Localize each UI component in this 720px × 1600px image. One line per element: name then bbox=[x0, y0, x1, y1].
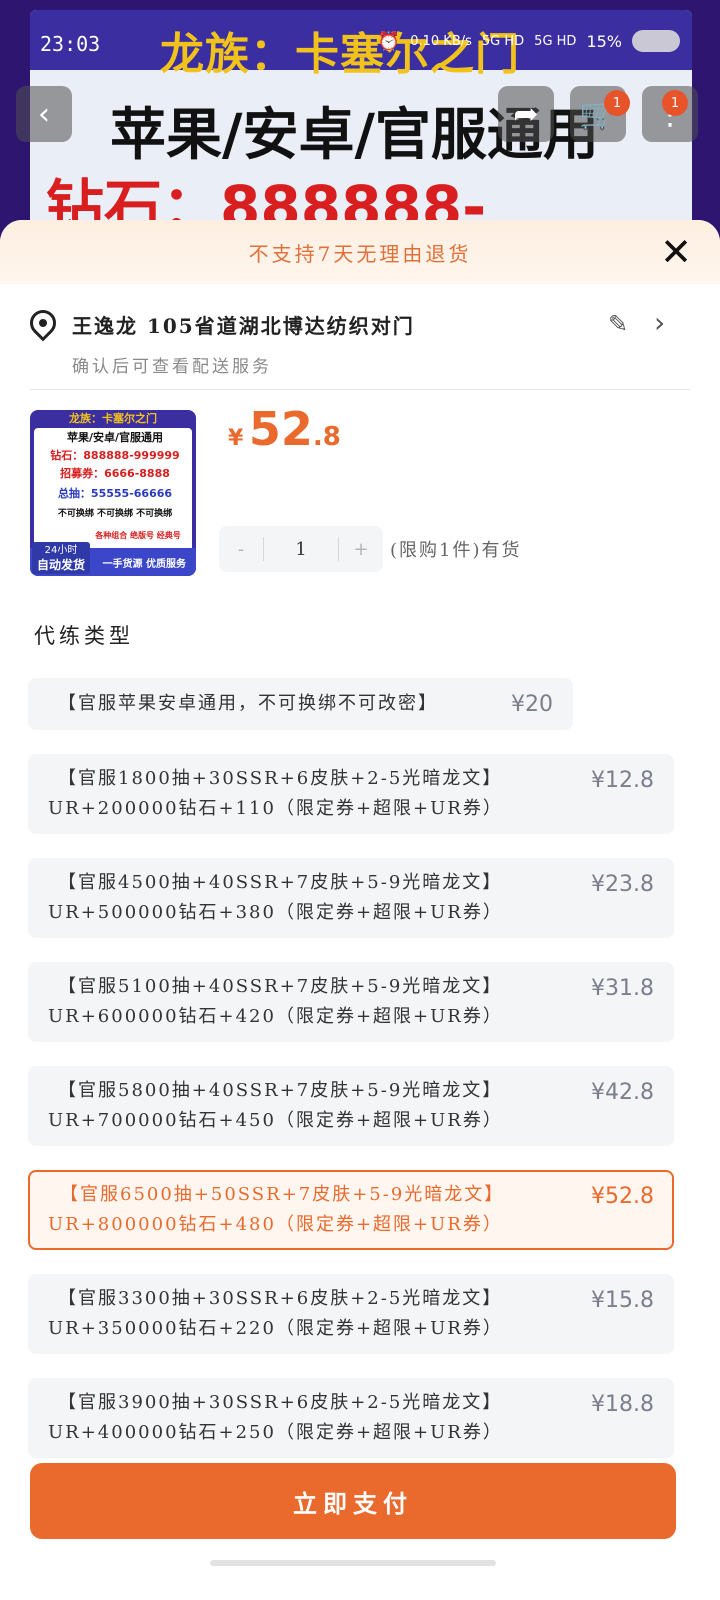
option-line2: UR+800000钻石+480（限定券+超限+UR券） bbox=[48, 1214, 503, 1235]
quantity-value[interactable]: 1 bbox=[264, 539, 338, 560]
option-price: ¥20 bbox=[511, 692, 553, 717]
chevron-left-icon: ‹ bbox=[38, 96, 50, 132]
option-line2: UR+200000钻石+110（限定券+超限+UR券） bbox=[48, 798, 503, 819]
option-price: ¥31.8 bbox=[591, 976, 654, 1001]
share-button[interactable]: ➦ bbox=[498, 86, 554, 142]
pay-now-button[interactable]: 立即支付 bbox=[30, 1463, 676, 1539]
thumb-line-notice: 不可换绑 不可换绑 不可换绑 bbox=[57, 509, 173, 519]
back-button[interactable]: ‹ bbox=[16, 86, 72, 142]
option-price: ¥42.8 bbox=[591, 1080, 654, 1105]
home-indicator[interactable] bbox=[210, 1560, 496, 1566]
thumb-line-variety: 各种组合 绝版号 经典号 bbox=[95, 531, 181, 540]
option-item[interactable]: 【官服3300抽+30SSR+6皮肤+2-5光暗龙文】 UR+350000钻石+… bbox=[28, 1274, 674, 1354]
thumb-line-diamond: 钻石：888888-999999 bbox=[50, 449, 180, 462]
option-price: ¥12.8 bbox=[591, 768, 654, 793]
option-line1: 【官服5100抽+40SSR+7皮肤+5-9光暗龙文】 bbox=[58, 976, 503, 997]
thumb-line-draws: 总抽：55555-66666 bbox=[57, 487, 173, 500]
option-price: ¥23.8 bbox=[591, 872, 654, 897]
option-price: ¥52.8 bbox=[591, 1184, 654, 1209]
share-icon: ➦ bbox=[513, 96, 539, 132]
price-decimal: .8 bbox=[312, 422, 341, 452]
net-speed: 0.10 KB/s bbox=[410, 33, 472, 49]
option-item[interactable]: 【官服3900抽+30SSR+6皮肤+2-5光暗龙文】 UR+400000钻石+… bbox=[28, 1378, 674, 1458]
option-item[interactable]: 【官服5800抽+40SSR+7皮肤+5-9光暗龙文】 UR+700000钻石+… bbox=[28, 1066, 674, 1146]
price-integer: 52 bbox=[248, 402, 313, 456]
option-line1: 【官服3300抽+30SSR+6皮肤+2-5光暗龙文】 bbox=[58, 1288, 503, 1309]
purchase-sheet: 不支持7天无理由退货 ✕ 王逸龙 105省道湖北博达纺织对门 确认后可查看配送服… bbox=[0, 220, 720, 1600]
thumb-badge-hours: 24小时 bbox=[44, 545, 78, 556]
option-item-selected[interactable]: 【官服6500抽+50SSR+7皮肤+5-9光暗龙文】 UR+800000钻石+… bbox=[28, 1170, 674, 1250]
status-time: 23:03 bbox=[40, 32, 101, 56]
return-policy-notice: 不支持7天无理由退货 bbox=[0, 220, 720, 284]
quantity-stepper: - 1 + bbox=[219, 526, 383, 572]
option-price: ¥15.8 bbox=[591, 1288, 654, 1313]
price-currency: ¥ bbox=[228, 426, 244, 451]
option-line1: 【官服1800抽+30SSR+6皮肤+2-5光暗龙文】 bbox=[58, 768, 503, 789]
status-icons: ⏰ 0.10 KB/s 5G HD 5G HD 15% bbox=[378, 30, 680, 52]
address-row[interactable]: 王逸龙 105省道湖北博达纺织对门 确认后可查看配送服务 ✎ › bbox=[24, 304, 690, 390]
option-item[interactable]: 【官服5100抽+40SSR+7皮肤+5-9光暗龙文】 UR+600000钻石+… bbox=[28, 962, 674, 1042]
option-line1: 【官服4500抽+40SSR+7皮肤+5-9光暗龙文】 bbox=[58, 872, 503, 893]
increase-button[interactable]: + bbox=[339, 539, 383, 560]
option-item[interactable]: 【官服4500抽+40SSR+7皮肤+5-9光暗龙文】 UR+500000钻石+… bbox=[28, 858, 674, 938]
battery-level: 15% bbox=[586, 31, 622, 51]
option-line2: UR+500000钻石+380（限定券+超限+UR券） bbox=[48, 902, 503, 923]
close-icon[interactable]: ✕ bbox=[660, 232, 692, 272]
product-thumbnail[interactable]: 龙族：卡塞尔之门 苹果/安卓/官服通用 钻石：888888-999999 招募券… bbox=[30, 410, 196, 576]
edit-icon[interactable]: ✎ bbox=[608, 310, 628, 338]
thumb-auto-badge: 24小时 自动发货 bbox=[32, 542, 90, 574]
alarm-icon: ⏰ bbox=[377, 30, 401, 52]
thumb-badge-auto: 自动发货 bbox=[36, 558, 85, 572]
status-bar: 23:03 ⏰ 0.10 KB/s 5G HD 5G HD 15% bbox=[0, 28, 720, 64]
option-line1: 【官服5800抽+40SSR+7皮肤+5-9光暗龙文】 bbox=[58, 1080, 503, 1101]
thumb-title: 龙族：卡塞尔之门 bbox=[69, 412, 157, 425]
address-subtext: 确认后可查看配送服务 bbox=[72, 357, 272, 377]
cart-badge: 1 bbox=[604, 90, 630, 116]
option-line2: UR+400000钻石+250（限定券+超限+UR券） bbox=[48, 1422, 503, 1443]
address-text: 王逸龙 105省道湖北博达纺织对门 bbox=[72, 314, 415, 338]
option-item[interactable]: 【官服1800抽+30SSR+6皮肤+2-5光暗龙文】 UR+200000钻石+… bbox=[28, 754, 674, 834]
section-title-type: 代练类型 bbox=[34, 624, 134, 648]
signal-2: 5G HD bbox=[534, 33, 577, 49]
option-line2: UR+600000钻石+420（限定券+超限+UR券） bbox=[48, 1006, 503, 1027]
option-line1: 【官服苹果安卓通用，不可换绑不可改密】 bbox=[58, 693, 438, 714]
thumb-line-ticket: 招募券：6666-8888 bbox=[60, 467, 170, 480]
chevron-right-icon[interactable]: › bbox=[654, 306, 665, 339]
signal-1: 5G HD bbox=[481, 33, 525, 49]
more-badge: 1 bbox=[662, 90, 688, 116]
option-price: ¥18.8 bbox=[591, 1392, 654, 1417]
location-pin-icon bbox=[24, 304, 62, 342]
option-line1: 【官服6500抽+50SSR+7皮肤+5-9光暗龙文】 bbox=[60, 1184, 505, 1205]
option-line2: UR+350000钻石+220（限定券+超限+UR券） bbox=[48, 1318, 503, 1339]
price-display: ¥ 52.8 bbox=[228, 402, 341, 456]
option-line1: 【官服3900抽+30SSR+6皮肤+2-5光暗龙文】 bbox=[58, 1392, 503, 1413]
stock-status: (限购1件)有货 bbox=[390, 540, 522, 561]
option-item[interactable]: 【官服苹果安卓通用，不可换绑不可改密】 ¥20 bbox=[28, 678, 573, 730]
decrease-button[interactable]: - bbox=[219, 539, 263, 560]
battery-icon bbox=[632, 30, 680, 52]
thumb-line-platform: 苹果/安卓/官服通用 bbox=[66, 431, 164, 444]
option-line2: UR+700000钻石+450（限定券+超限+UR券） bbox=[48, 1110, 503, 1131]
